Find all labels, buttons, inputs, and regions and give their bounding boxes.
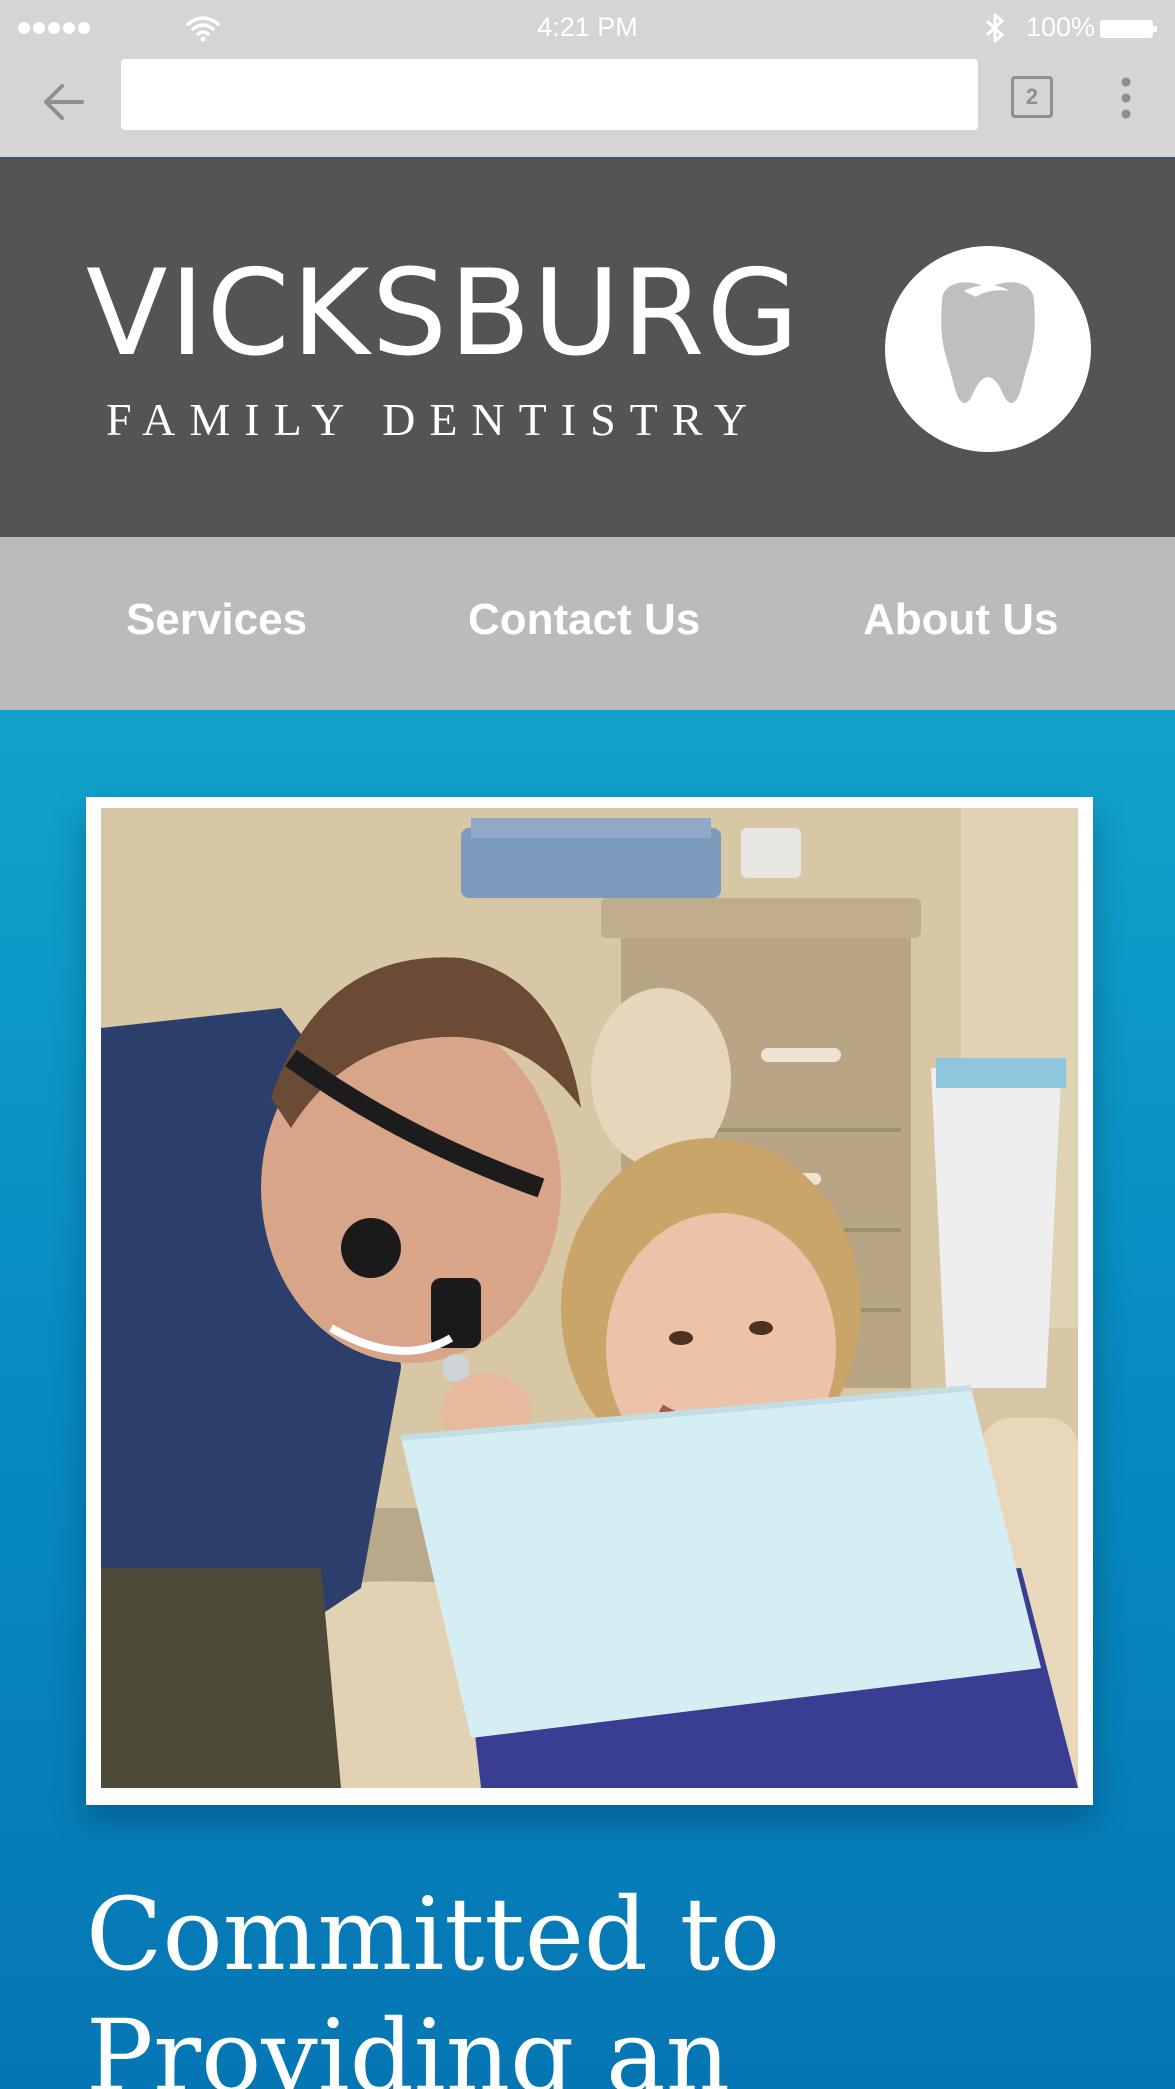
overflow-menu-icon[interactable] (1114, 74, 1138, 122)
logo-subtitle: FAMILY DENTISTRY (106, 394, 762, 445)
hero-photo (101, 808, 1078, 1788)
logo-title[interactable]: VICKSBURG (86, 255, 801, 374)
bluetooth-icon (985, 13, 1004, 43)
status-bar: 4:21 PM 100% (0, 0, 1175, 56)
hero-heading: Committed to Providing an (86, 1876, 781, 2089)
nav-contact-link[interactable]: Contact Us (468, 595, 700, 645)
tooth-icon (885, 246, 1091, 452)
battery-icon (1100, 20, 1157, 38)
mobile-screen: 4:21 PM 100% 2 VICKSBURG FAMILY DENTISTR… (0, 0, 1175, 2089)
hero-section: Committed to Providing an (0, 710, 1175, 2089)
url-input[interactable] (121, 59, 978, 130)
battery-percentage: 100% (1026, 12, 1096, 42)
site-header: VICKSBURG FAMILY DENTISTRY (0, 159, 1175, 537)
nav-about-link[interactable]: About Us (863, 595, 1059, 645)
main-navigation: Services Contact Us About Us (0, 537, 1175, 710)
browser-toolbar: 2 (0, 56, 1175, 159)
tabs-icon[interactable]: 2 (1011, 76, 1053, 118)
nav-services-link[interactable]: Services (126, 595, 307, 645)
back-arrow-icon[interactable] (36, 74, 92, 130)
hero-photo-frame (86, 797, 1093, 1805)
